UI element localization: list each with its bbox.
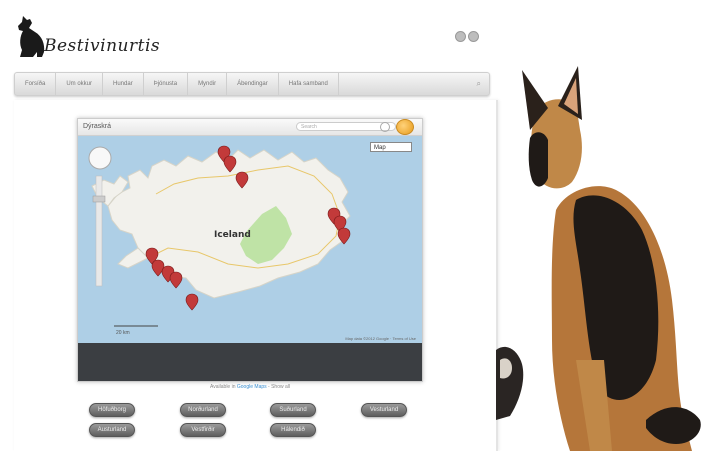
map-widget-title: Dýraskrá — [83, 123, 112, 130]
search-icon[interactable]: ⌕ — [477, 79, 481, 89]
dog-silhouette-icon — [18, 16, 45, 57]
map-copyright: Map data ©2012 Google · Terms of Use — [345, 336, 416, 341]
map-info-strip — [78, 343, 422, 381]
twitter-icon[interactable] — [468, 31, 479, 42]
pan-control — [88, 146, 112, 170]
map-widget: Dýraskrá Search Map Iceland 20 km Map da… — [77, 118, 423, 390]
nav-item-contact[interactable]: Hafa samband — [279, 73, 339, 95]
country-label: Iceland — [214, 230, 251, 240]
region-button-4[interactable]: Vesturland — [361, 403, 407, 417]
region-button-1[interactable]: Höfuðborg — [89, 403, 135, 417]
map-marker-icon — [169, 271, 183, 289]
nav-item-about[interactable]: Um okkur — [56, 73, 104, 95]
shepherd-muzzle — [528, 132, 548, 187]
region-button-5[interactable]: Austurland — [89, 423, 135, 437]
region-button-3[interactable]: Suðurland — [270, 403, 316, 417]
nav-item-photos[interactable]: Myndir — [188, 73, 228, 95]
main-navbar: Forsíða Um okkur Hundar Þjónusta Myndir … — [14, 72, 490, 96]
region-button-6[interactable]: Vestfirðir — [180, 423, 226, 437]
site-logo[interactable]: Bestivinurtis — [14, 14, 184, 62]
zoom-handle — [92, 195, 106, 203]
map-footer-text: Available in Google Maps - Show all — [78, 384, 422, 390]
footer-suffix: - Show all — [268, 384, 290, 390]
footer-link[interactable]: Google Maps — [237, 384, 267, 390]
region-button-2[interactable]: Norðurland — [180, 403, 226, 417]
search-icon[interactable] — [380, 122, 390, 132]
map-widget-header: Dýraskrá Search — [78, 119, 422, 136]
badge-icon — [396, 119, 414, 135]
nav-item-tips[interactable]: Ábendingar — [227, 73, 279, 95]
nav-item-home[interactable]: Forsíða — [15, 73, 57, 95]
small-dog-shape — [496, 346, 524, 420]
nav-item-dogs[interactable]: Hundar — [103, 73, 144, 95]
iceland-landmass — [107, 149, 351, 299]
map-view[interactable]: Map Iceland 20 km Map data ©2012 Google … — [78, 136, 422, 343]
region-button-7[interactable]: Hálendið — [270, 423, 316, 437]
map-marker-icon — [185, 293, 199, 311]
social-links — [455, 31, 479, 42]
map-scale-label: 20 km — [116, 330, 130, 336]
site-title: Bestivinurtis — [44, 36, 161, 56]
zoom-slider — [95, 175, 103, 287]
map-type-button[interactable]: Map — [370, 142, 412, 152]
footer-prefix: Available in — [210, 384, 236, 390]
facebook-icon[interactable] — [455, 31, 466, 42]
nav-item-services[interactable]: Þjónusta — [144, 73, 189, 95]
dog-photo — [496, 66, 701, 451]
